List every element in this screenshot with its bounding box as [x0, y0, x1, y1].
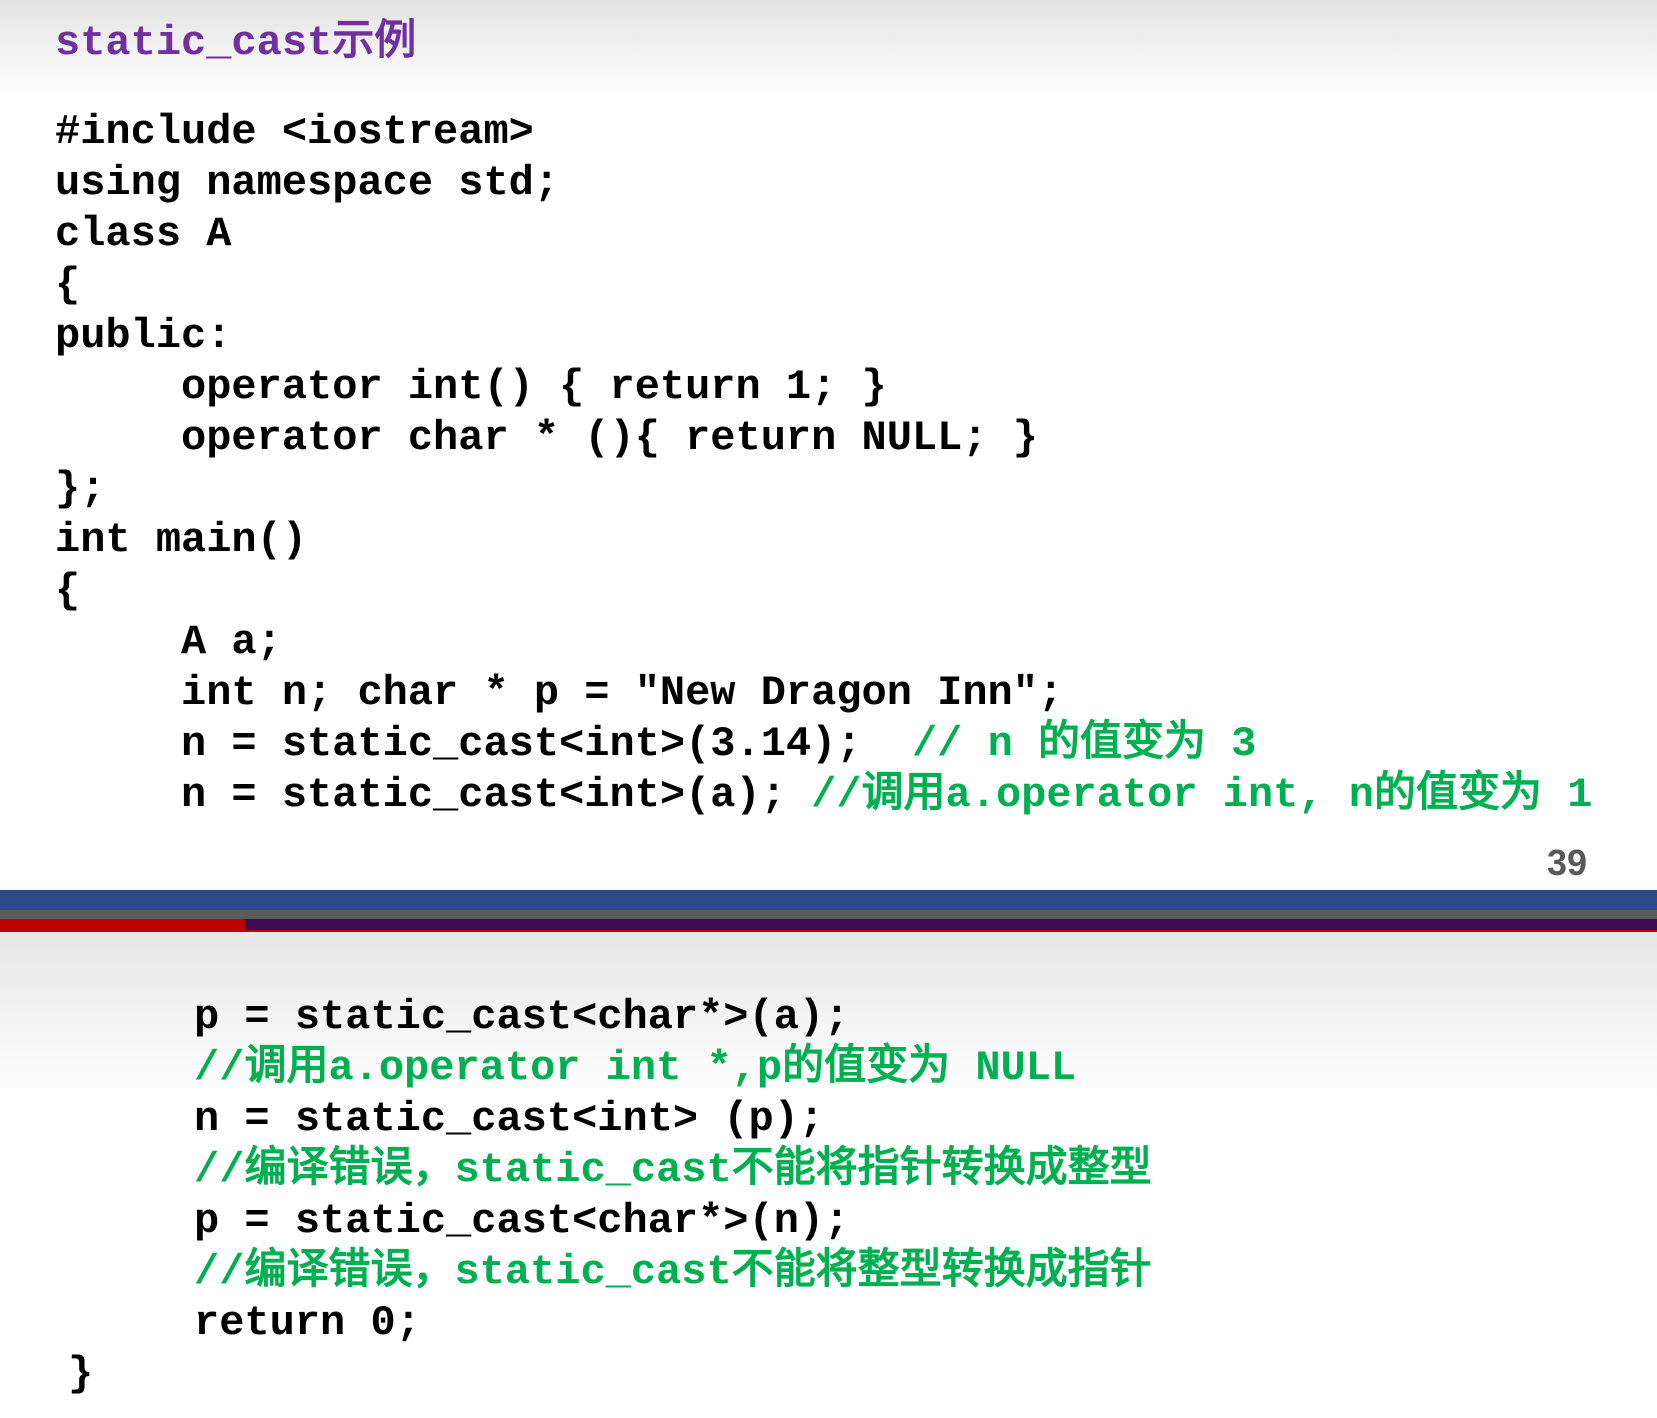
code-line: class A	[55, 209, 1592, 260]
code-line: //编译错误，static_cast不能将整型转换成指针	[68, 1247, 1152, 1298]
slide-separator-red-bar	[0, 919, 245, 930]
code-text: int main()	[55, 516, 308, 564]
slide-separator-blue-bar	[0, 890, 1657, 910]
code-line: }	[68, 1349, 1152, 1400]
code-text: return 0;	[68, 1299, 421, 1347]
code-comment: // n 的值变为 3	[911, 720, 1257, 768]
code-line: operator int() { return 1; }	[55, 362, 1592, 413]
code-text: {	[55, 261, 81, 309]
code-block-bottom: p = static_cast<char*>(a); //调用a.operato…	[68, 992, 1152, 1400]
code-text: p = static_cast<char*>(n);	[68, 1197, 850, 1245]
code-comment: //编译错误，static_cast不能将指针转换成整型	[194, 1146, 1152, 1194]
code-text: };	[55, 465, 106, 513]
code-line: int main()	[55, 515, 1592, 566]
code-line: public:	[55, 311, 1592, 362]
code-text: }	[68, 1350, 94, 1398]
code-comment: //编译错误，static_cast不能将整型转换成指针	[194, 1248, 1152, 1296]
code-text: public:	[55, 312, 232, 360]
code-line: n = static_cast<int> (p);	[68, 1094, 1152, 1145]
code-line: int n; char * p = "New Dragon Inn";	[55, 668, 1592, 719]
code-line: };	[55, 464, 1592, 515]
code-block-top: #include <iostream> using namespace std; c…	[55, 107, 1592, 821]
code-line: n = static_cast<int>(3.14); // n 的值变为 3	[55, 719, 1592, 770]
slide-40: p = static_cast<char*>(a); //调用a.operato…	[0, 932, 1657, 1418]
page-number: 39	[1546, 842, 1587, 883]
slide-separator-purple-bar	[245, 919, 1657, 930]
code-text: using namespace std;	[55, 159, 560, 207]
code-text: class A	[55, 210, 232, 258]
code-text: n = static_cast<int>(3.14);	[55, 720, 912, 768]
code-line: return 0;	[68, 1298, 1152, 1349]
code-line: //调用a.operator int *,p的值变为 NULL	[68, 1043, 1152, 1094]
code-line: p = static_cast<char*>(a);	[68, 992, 1152, 1043]
code-text: operator char * (){ return NULL; }	[55, 414, 1038, 462]
code-text: p = static_cast<char*>(a);	[68, 993, 850, 1041]
code-line: p = static_cast<char*>(n);	[68, 1196, 1152, 1247]
slide-title: static_cast示例	[55, 19, 417, 67]
code-line: using namespace std;	[55, 158, 1592, 209]
code-comment: //调用a.operator int *,p的值变为 NULL	[194, 1044, 1077, 1092]
code-text: n = static_cast<int>(a);	[55, 771, 812, 819]
code-text: {	[55, 567, 81, 615]
code-text: n = static_cast<int> (p);	[68, 1095, 825, 1143]
code-text: #include <iostream>	[55, 108, 534, 156]
code-line: operator char * (){ return NULL; }	[55, 413, 1592, 464]
code-line: //编译错误，static_cast不能将指针转换成整型	[68, 1145, 1152, 1196]
slide-separator-gray-bar	[0, 910, 1657, 919]
code-text: A a;	[55, 618, 282, 666]
code-line: {	[55, 260, 1592, 311]
code-line: {	[55, 566, 1592, 617]
code-line: A a;	[55, 617, 1592, 668]
code-line: #include <iostream>	[55, 107, 1592, 158]
code-text: operator int() { return 1; }	[55, 363, 887, 411]
slide-39: static_cast示例 #include <iostream> using n…	[0, 0, 1657, 890]
code-text: int n; char * p = "New Dragon Inn";	[55, 669, 1064, 717]
code-comment: //调用a.operator int, n的值变为 1	[811, 771, 1593, 819]
code-line: n = static_cast<int>(a); //调用a.operator …	[55, 770, 1592, 821]
